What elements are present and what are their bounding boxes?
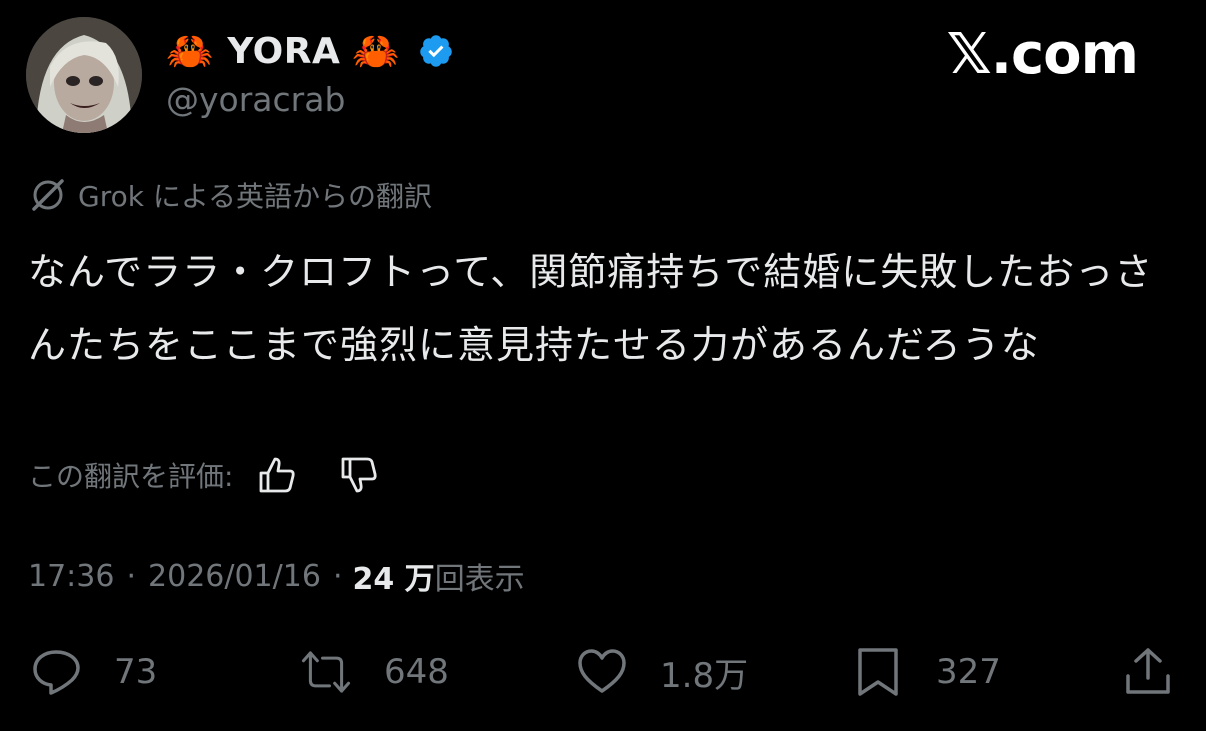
grok-icon [32,179,64,211]
share-icon [1126,648,1170,694]
crab-emoji-right: 🦀 [352,29,400,73]
crab-emoji-left: 🦀 [166,29,214,73]
reply-button[interactable]: 73 [30,640,157,704]
bookmark-button[interactable]: 327 [852,640,1001,704]
repost-button[interactable]: 648 [300,640,449,704]
like-count: 1.8万 [660,655,749,696]
thumbs-down-icon[interactable] [337,453,381,497]
reply-icon [33,650,80,695]
like-button[interactable]: 1.8万 [576,640,748,704]
thumbs-up-icon[interactable] [255,453,299,497]
author-handle[interactable]: @yoracrab [166,80,345,119]
post-date[interactable]: 2026/01/16 [148,559,321,594]
bookmark-icon [858,648,898,696]
avatar-image [26,17,142,133]
verified-badge-icon[interactable] [418,33,454,69]
heart-icon [578,649,626,693]
repost-icon [301,651,351,693]
post-time[interactable]: 17:36 [28,559,114,594]
display-name[interactable]: YORA [227,31,340,72]
action-bar: 73 648 1.8万 327 [0,640,1206,704]
translation-label: Grok による英語からの翻訳 [78,180,433,213]
site-watermark: 𝕏.com [946,22,1139,87]
rate-translation-row: この翻訳を評価: [28,452,381,498]
rate-translation-label: この翻訳を評価: [28,460,234,493]
views-count: 24 万 [352,562,435,597]
translation-label-row: Grok による英語からの翻訳 [28,174,432,216]
views-label: 回表示 [434,562,525,597]
post-meta: 17:36 · 2026/01/16 · 24 万 回表示 [28,556,525,598]
avatar[interactable] [26,17,142,133]
share-button[interactable] [1122,640,1206,704]
meta-separator: · [126,558,137,594]
post-text: なんでララ・クロフトって、関節痛持ちで結婚に失敗したおっさんたちをここまで強烈に… [28,250,1154,367]
bookmark-count: 327 [936,652,1001,692]
author-name-row[interactable]: 🦀 YORA 🦀 [166,26,454,76]
reply-count: 73 [114,652,158,692]
meta-separator: · [332,558,343,594]
repost-count: 648 [384,652,449,692]
